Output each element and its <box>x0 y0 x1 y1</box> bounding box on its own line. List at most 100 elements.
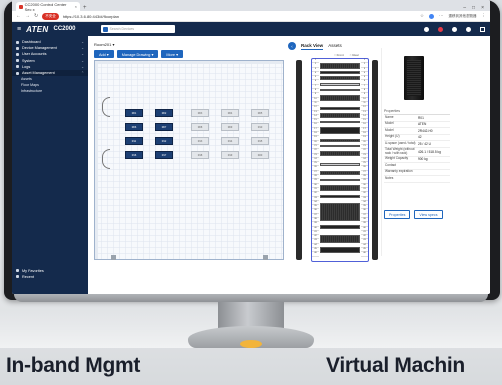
rack-tile[interactable]: R10 <box>251 123 269 131</box>
front-radio[interactable]: Front <box>334 53 344 57</box>
apps-grid-icon[interactable] <box>480 26 485 32</box>
browser-tab[interactable]: CC2000 Control Center Sec x × <box>16 2 80 12</box>
room-selector[interactable]: Room201 ▾ <box>94 42 114 47</box>
rack-device[interactable] <box>320 76 360 80</box>
rear-radio[interactable]: Rear <box>350 53 359 57</box>
chat-icon[interactable] <box>424 26 429 32</box>
property-value: R01 <box>418 115 424 120</box>
rack-device[interactable] <box>320 127 360 134</box>
close-tab-icon[interactable]: × <box>75 4 77 9</box>
rack-view-panel: ‹ Rack View Assets Front Rear 1234567891… <box>288 42 490 294</box>
view-specs-button[interactable]: View specs <box>414 210 443 219</box>
rack-tile[interactable]: R18 <box>191 151 209 159</box>
rack-device[interactable] <box>320 195 360 198</box>
rack-tile[interactable]: R17 <box>155 151 173 159</box>
rack-device[interactable] <box>320 83 360 86</box>
rack-tile[interactable]: R02 <box>155 109 173 117</box>
tab-rack-view[interactable]: Rack View <box>301 43 324 50</box>
close-window-button[interactable]: × <box>481 5 484 11</box>
rack-device[interactable] <box>320 225 360 229</box>
maximize-button[interactable]: □ <box>472 5 475 11</box>
rack-tile[interactable]: R20 <box>251 151 269 159</box>
help-icon[interactable] <box>466 26 471 32</box>
header-icons <box>424 26 485 32</box>
chevron-icon: ⌄ <box>81 58 84 63</box>
rack-tile[interactable]: R12 <box>155 137 173 145</box>
tab-assets[interactable]: Assets <box>328 43 342 49</box>
user-icon[interactable] <box>452 26 457 32</box>
rack-device[interactable] <box>320 121 360 123</box>
search-input[interactable]: Search Devices <box>100 25 175 33</box>
rack-tile[interactable]: R03 <box>191 109 209 117</box>
forward-arrow-icon[interactable]: → <box>25 13 30 19</box>
rack-unit-labels-right: 1 2 3 4 5 6 7 8 9 10 11 12 13 14 15 16 17 18 19 20 21 22 23 24 2… <box>361 59 368 261</box>
rack-device[interactable] <box>320 235 360 243</box>
notification-icon[interactable] <box>438 26 443 32</box>
rack-device[interactable] <box>320 179 360 181</box>
sidebar-item-label: My Favorites <box>22 268 44 273</box>
not-secure-badge[interactable]: 不安全 <box>42 12 59 20</box>
rack-tile[interactable]: R07 <box>155 123 173 131</box>
rack-tile[interactable]: R01 <box>125 109 143 117</box>
rack-device[interactable] <box>320 163 360 166</box>
property-value: 2R442-H0 <box>418 128 433 133</box>
rack-tile[interactable]: R16 <box>125 151 143 159</box>
rack-tile[interactable]: R05 <box>251 109 269 117</box>
property-value: 25 / 42 U <box>418 141 431 146</box>
vertical-ruler <box>95 61 98 259</box>
rack-tile[interactable]: R04 <box>221 109 239 117</box>
property-key: Model <box>385 121 394 126</box>
rack-elevation[interactable]: 1 2 3 4 5 6 7 8 9 10 11 12 13 14 15 16 17 18 19 20 21 22 23 24 2… <box>311 58 369 262</box>
property-key: Weight Capacity <box>385 156 409 161</box>
back-arrow-icon[interactable]: ← <box>16 13 21 19</box>
properties-button[interactable]: Properties <box>384 210 411 219</box>
url-field[interactable]: https://10.3.6.80:443/#/floorplan <box>63 14 416 19</box>
rack-tile[interactable]: R15 <box>251 137 269 145</box>
hamburger-menu-icon[interactable]: ≡ <box>17 26 21 33</box>
rack-unit-labels-left: 1 2 3 4 5 6 7 8 9 10 11 12 13 14 15 16 17 18 19 20 21 22 23 24 2… <box>312 59 319 261</box>
add-button[interactable]: Add ▾ <box>94 50 114 58</box>
rack-device[interactable] <box>320 139 360 142</box>
chevron-icon: ⌄ <box>81 64 84 69</box>
bookmark-star-icon[interactable]: ☆ <box>420 13 424 19</box>
extensions-icon[interactable]: ⋯ <box>439 13 444 19</box>
rack-device[interactable] <box>320 95 360 101</box>
sidebar-item-label: Logs <box>22 64 31 69</box>
rack-device[interactable] <box>320 145 360 147</box>
new-tab-button[interactable]: + <box>83 5 87 11</box>
rack-device[interactable] <box>320 71 360 74</box>
rack-device[interactable] <box>320 113 360 118</box>
floor-plan-canvas[interactable]: R01 R02 R03 R04 R05 R06 R07 R08 R09 R10 R11 R12 R13 R… <box>94 60 284 260</box>
rack-tile[interactable]: R09 <box>221 123 239 131</box>
menu-item-icon <box>16 40 19 44</box>
rack-device[interactable] <box>320 89 360 91</box>
rack-tile[interactable]: R08 <box>191 123 209 131</box>
rack-device[interactable] <box>320 203 360 221</box>
sidebar-item-label: Device Management <box>22 46 57 51</box>
rack-tile[interactable]: R11 <box>125 137 143 145</box>
browser-migrate-text[interactable]: 遷移到其他瀏覽器 <box>449 14 477 19</box>
minimize-button[interactable]: – <box>463 5 466 11</box>
rack-tile[interactable]: R06 <box>125 123 143 131</box>
reload-icon[interactable]: ↻ <box>34 13 38 19</box>
rack-tile[interactable]: R19 <box>221 151 239 159</box>
rack-device[interactable] <box>320 185 360 191</box>
sidebar-item-recent[interactable]: Recent <box>12 274 88 280</box>
chevron-icon: ⌃ <box>81 71 84 76</box>
rack-cabinet-image <box>404 56 424 100</box>
rack-device[interactable] <box>320 151 360 156</box>
more-menu-icon[interactable]: ⋮ <box>482 13 487 19</box>
rack-device[interactable] <box>320 63 360 69</box>
more-button[interactable]: More ▾ <box>161 50 184 58</box>
search-icon[interactable] <box>102 26 108 32</box>
rack-device[interactable] <box>320 171 360 175</box>
sidebar-bottom: My Favorites Recent <box>12 268 88 280</box>
rack-tile[interactable]: R14 <box>221 137 239 145</box>
profile-icon[interactable] <box>429 13 434 19</box>
back-button[interactable]: ‹ <box>288 42 296 50</box>
rack-device[interactable] <box>320 107 360 110</box>
manage-drawing-button[interactable]: Manage Drawing ▾ <box>116 50 159 58</box>
sidebar-subitem-infrastructure[interactable]: Infrastructure <box>12 88 88 94</box>
rack-tile[interactable]: R13 <box>191 137 209 145</box>
rack-device[interactable] <box>320 247 360 253</box>
